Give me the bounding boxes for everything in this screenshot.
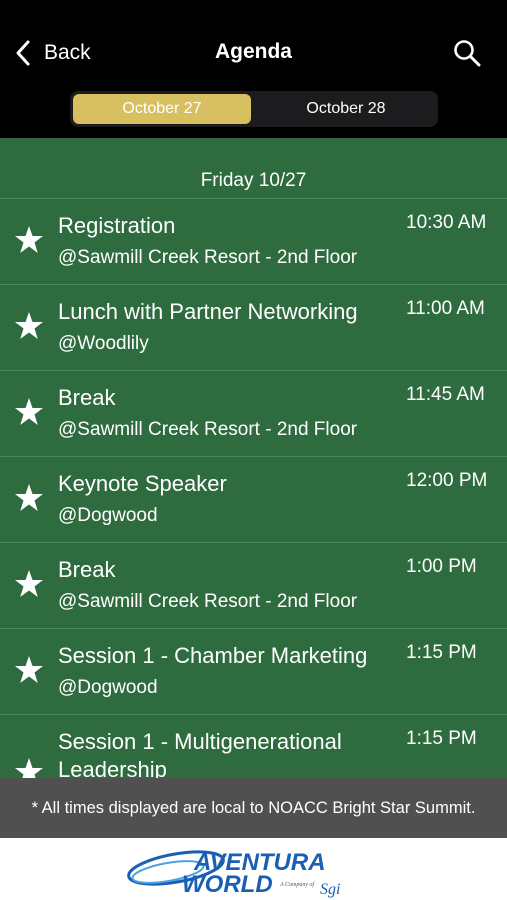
session-time: 11:00 AM (406, 298, 485, 319)
session-time: 1:15 PM (406, 728, 477, 749)
star-icon[interactable] (14, 483, 44, 513)
session-time: 11:45 AM (406, 384, 485, 405)
search-icon[interactable] (452, 38, 482, 68)
timezone-note: * All times displayed are local to NOACC… (0, 778, 507, 838)
session-time: 10:30 AM (406, 212, 487, 233)
session-name: Registration (58, 213, 176, 238)
session-row[interactable]: Session 1 - Multigenerational Leadership… (0, 715, 507, 778)
session-location: @Dogwood (58, 505, 158, 526)
session-time: 12:00 PM (406, 470, 488, 491)
day-header: Friday 10/27 (200, 170, 307, 191)
nav-bar: Back Agenda October 27 October 28 (0, 0, 507, 138)
session-row[interactable]: Registration @Sawmill Creek Resort - 2nd… (0, 199, 507, 285)
page-title: Agenda (214, 40, 292, 63)
date-segmented-control: October 27 October 28 (70, 91, 438, 127)
session-location: @Dogwood (58, 677, 158, 698)
session-time: 1:00 PM (406, 556, 477, 577)
tab-october-27[interactable]: October 27 (73, 94, 251, 124)
session-location: @Sawmill Creek Resort - 2nd Floor (58, 247, 358, 268)
session-row[interactable]: Break @Sawmill Creek Resort - 2nd Floor … (0, 543, 507, 629)
star-icon[interactable] (14, 397, 44, 427)
agenda-list[interactable]: Friday 10/27 Registration @Sawmill Creek… (0, 138, 507, 778)
brand-footer: AVENTURA WORLD A Company of Sgi (0, 838, 507, 900)
session-name: Keynote Speaker (58, 471, 227, 496)
star-icon[interactable] (14, 569, 44, 599)
brand-line2: WORLD (182, 871, 273, 898)
star-icon[interactable] (14, 225, 44, 255)
star-icon[interactable] (14, 311, 44, 341)
tab-october-28[interactable]: October 28 (257, 94, 435, 124)
brand-tagline: A Company of (279, 881, 316, 888)
star-icon[interactable] (14, 757, 44, 778)
session-name: Session 1 - Chamber Marketing (58, 643, 368, 668)
session-row[interactable]: Session 1 - Chamber Marketing @Dogwood 1… (0, 629, 507, 715)
brand-parent: Sgi (320, 881, 340, 898)
session-location: @Woodlily (58, 333, 149, 354)
session-name: Break (58, 385, 116, 410)
session-row[interactable]: Break @Sawmill Creek Resort - 2nd Floor … (0, 371, 507, 457)
session-location: @Sawmill Creek Resort - 2nd Floor (58, 419, 358, 440)
session-time: 1:15 PM (406, 642, 477, 663)
session-row[interactable]: Keynote Speaker @Dogwood 12:00 PM (0, 457, 507, 543)
session-row[interactable]: Lunch with Partner Networking @Woodlily … (0, 285, 507, 371)
aventura-world-logo: AVENTURA WORLD A Company of Sgi (127, 849, 340, 898)
session-location: @Sawmill Creek Resort - 2nd Floor (58, 591, 358, 612)
session-name: Lunch with Partner Networking (58, 299, 358, 324)
star-icon[interactable] (14, 655, 44, 685)
session-name: Break (58, 557, 116, 582)
session-name: Session 1 - Multigenerational Leadership (58, 729, 342, 778)
